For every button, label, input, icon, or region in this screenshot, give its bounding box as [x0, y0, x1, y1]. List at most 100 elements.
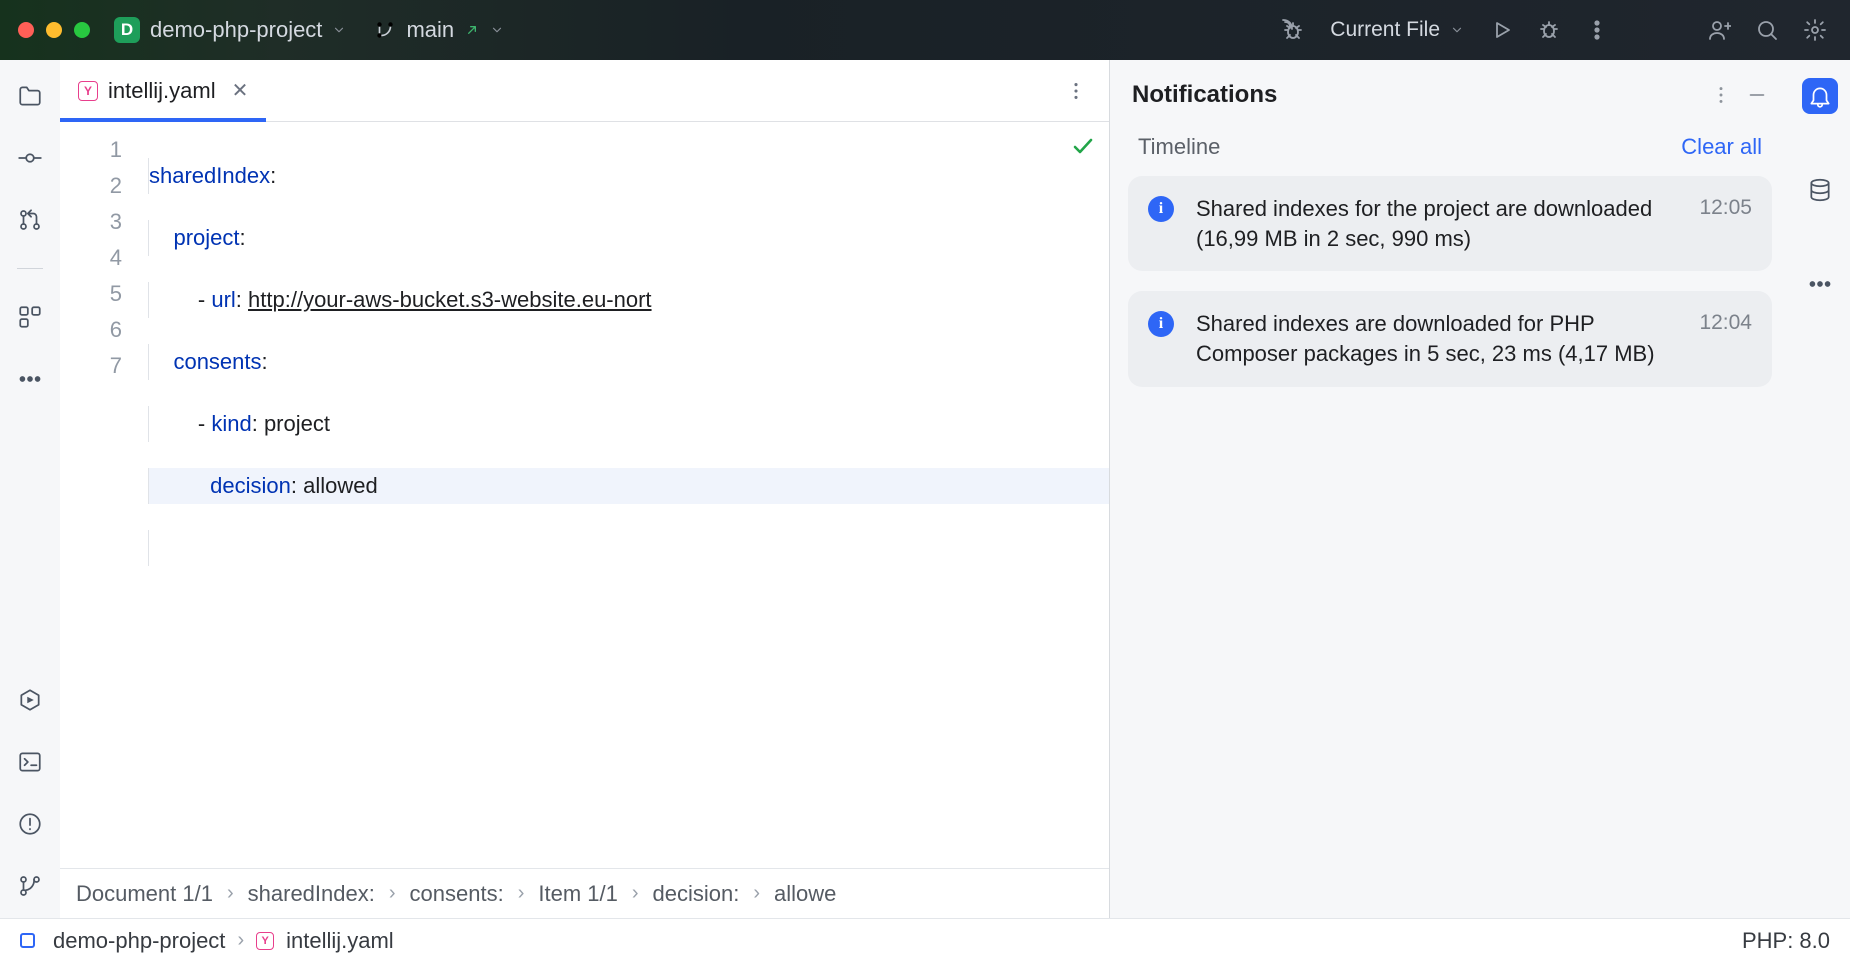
version-control-tool-button[interactable] — [12, 868, 48, 904]
debug-button[interactable] — [1532, 13, 1566, 47]
editor-tabs: Y intellij.yaml ✕ — [60, 60, 1109, 122]
tab-intellij-yaml[interactable]: Y intellij.yaml ✕ — [60, 60, 266, 121]
chevron-down-icon — [1450, 23, 1464, 37]
run-button[interactable] — [1484, 13, 1518, 47]
play-icon — [1489, 18, 1513, 42]
problems-tool-button[interactable] — [12, 806, 48, 842]
more-horizontal-icon — [17, 366, 43, 392]
gear-icon — [1803, 18, 1827, 42]
notifications-subtitle: Timeline — [1138, 134, 1220, 160]
person-add-icon — [1707, 18, 1731, 42]
bell-icon — [1807, 83, 1833, 109]
divider — [17, 268, 43, 269]
close-window-icon[interactable] — [18, 22, 34, 38]
notifications-title: Notifications — [1132, 81, 1277, 109]
terminal-icon — [17, 749, 43, 775]
breadcrumb-item[interactable]: sharedIndex: — [248, 881, 375, 907]
tab-actions-button[interactable] — [1053, 80, 1099, 102]
minimize-window-icon[interactable] — [46, 22, 62, 38]
more-tools-right-button[interactable] — [1802, 266, 1838, 302]
open-external-icon — [464, 22, 480, 38]
more-tools-button[interactable] — [12, 361, 48, 397]
structure-tool-button[interactable] — [12, 299, 48, 335]
notification-item[interactable]: i Shared indexes are downloaded for PHP … — [1128, 291, 1772, 386]
gutter: 1 2 3 4 5 6 7 — [60, 122, 140, 868]
code-area[interactable]: sharedIndex: project: - url: http://your… — [140, 122, 1109, 868]
notification-message: Shared indexes for the project are downl… — [1196, 194, 1687, 253]
clear-all-button[interactable]: Clear all — [1681, 134, 1762, 160]
titlebar: D demo-php-project main Current File — [0, 0, 1850, 60]
breadcrumb-item[interactable]: Item 1/1 — [538, 881, 617, 907]
module-icon — [20, 933, 35, 948]
php-version[interactable]: PHP: 8.0 — [1742, 928, 1830, 954]
tab-label: intellij.yaml — [108, 78, 216, 104]
notifications-options-button[interactable] — [1710, 84, 1732, 106]
services-icon — [17, 687, 43, 713]
zoom-window-icon[interactable] — [74, 22, 90, 38]
branch-name: main — [406, 17, 454, 43]
bug-icon — [1537, 18, 1561, 42]
search-everywhere-button[interactable] — [1750, 13, 1784, 47]
close-tab-button[interactable]: ✕ — [232, 81, 249, 101]
commit-icon — [17, 145, 43, 171]
run-config-selector[interactable]: Current File — [1330, 18, 1464, 42]
debug-listen-button[interactable] — [1276, 13, 1310, 47]
branch-selector[interactable]: main — [374, 17, 504, 43]
left-toolbar — [0, 60, 60, 918]
settings-button[interactable] — [1798, 13, 1832, 47]
more-actions-button[interactable] — [1580, 13, 1614, 47]
code-with-me-button[interactable] — [1702, 13, 1736, 47]
editor-breadcrumb[interactable]: Document 1/1› sharedIndex:› consents:› I… — [60, 868, 1109, 918]
project-tool-button[interactable] — [12, 78, 48, 114]
info-icon: i — [1148, 311, 1174, 337]
pull-requests-tool-button[interactable] — [12, 202, 48, 238]
more-horizontal-icon — [1807, 271, 1833, 297]
commit-tool-button[interactable] — [12, 140, 48, 176]
editor-pane: Y intellij.yaml ✕ 1 2 3 4 5 6 7 — [60, 60, 1110, 918]
minimize-icon — [1746, 84, 1768, 106]
breadcrumb-item[interactable]: consents: — [410, 881, 504, 907]
window-controls — [18, 22, 90, 38]
project-name: demo-php-project — [150, 17, 322, 43]
project-selector[interactable]: D demo-php-project — [114, 17, 346, 43]
database-tool-button[interactable] — [1802, 172, 1838, 208]
info-icon: i — [1148, 196, 1174, 222]
kebab-icon — [1710, 84, 1732, 106]
problems-icon — [17, 811, 43, 837]
services-tool-button[interactable] — [12, 682, 48, 718]
folder-icon — [17, 83, 43, 109]
notification-item[interactable]: i Shared indexes for the project are dow… — [1128, 176, 1772, 271]
status-project[interactable]: demo-php-project — [53, 928, 225, 954]
chevron-down-icon — [332, 23, 346, 37]
notifications-list: i Shared indexes for the project are dow… — [1110, 176, 1790, 918]
status-file[interactable]: intellij.yaml — [286, 928, 394, 954]
status-bar: demo-php-project › Y intellij.yaml PHP: … — [0, 918, 1850, 962]
kebab-icon — [1585, 18, 1609, 42]
chevron-down-icon — [490, 23, 504, 37]
search-icon — [1755, 18, 1779, 42]
breadcrumb-item[interactable]: decision: — [653, 881, 740, 907]
bug-listen-icon — [1281, 18, 1305, 42]
inspection-ok-icon[interactable] — [1071, 134, 1095, 158]
git-icon — [17, 873, 43, 899]
breadcrumb-item[interactable]: allowe — [774, 881, 836, 907]
kebab-icon — [1065, 80, 1087, 102]
terminal-tool-button[interactable] — [12, 744, 48, 780]
structure-icon — [17, 304, 43, 330]
pull-request-icon — [17, 207, 43, 233]
yaml-file-icon: Y — [78, 81, 98, 101]
notification-time: 12:05 — [1699, 194, 1752, 220]
right-toolbar — [1790, 60, 1850, 918]
run-config-label: Current File — [1330, 18, 1440, 42]
yaml-file-icon: Y — [256, 932, 274, 950]
git-branch-icon — [374, 19, 396, 41]
notification-message: Shared indexes are downloaded for PHP Co… — [1196, 309, 1687, 368]
database-icon — [1807, 177, 1833, 203]
notifications-tool-button[interactable] — [1802, 78, 1838, 114]
code-editor[interactable]: 1 2 3 4 5 6 7 sharedIndex: project: - ur… — [60, 122, 1109, 868]
hide-panel-button[interactable] — [1746, 84, 1768, 106]
notifications-panel: Notifications Timeline Clear all i Share… — [1110, 60, 1790, 918]
project-badge-icon: D — [114, 17, 140, 43]
breadcrumb-item[interactable]: Document 1/1 — [76, 881, 213, 907]
notification-time: 12:04 — [1699, 309, 1752, 335]
